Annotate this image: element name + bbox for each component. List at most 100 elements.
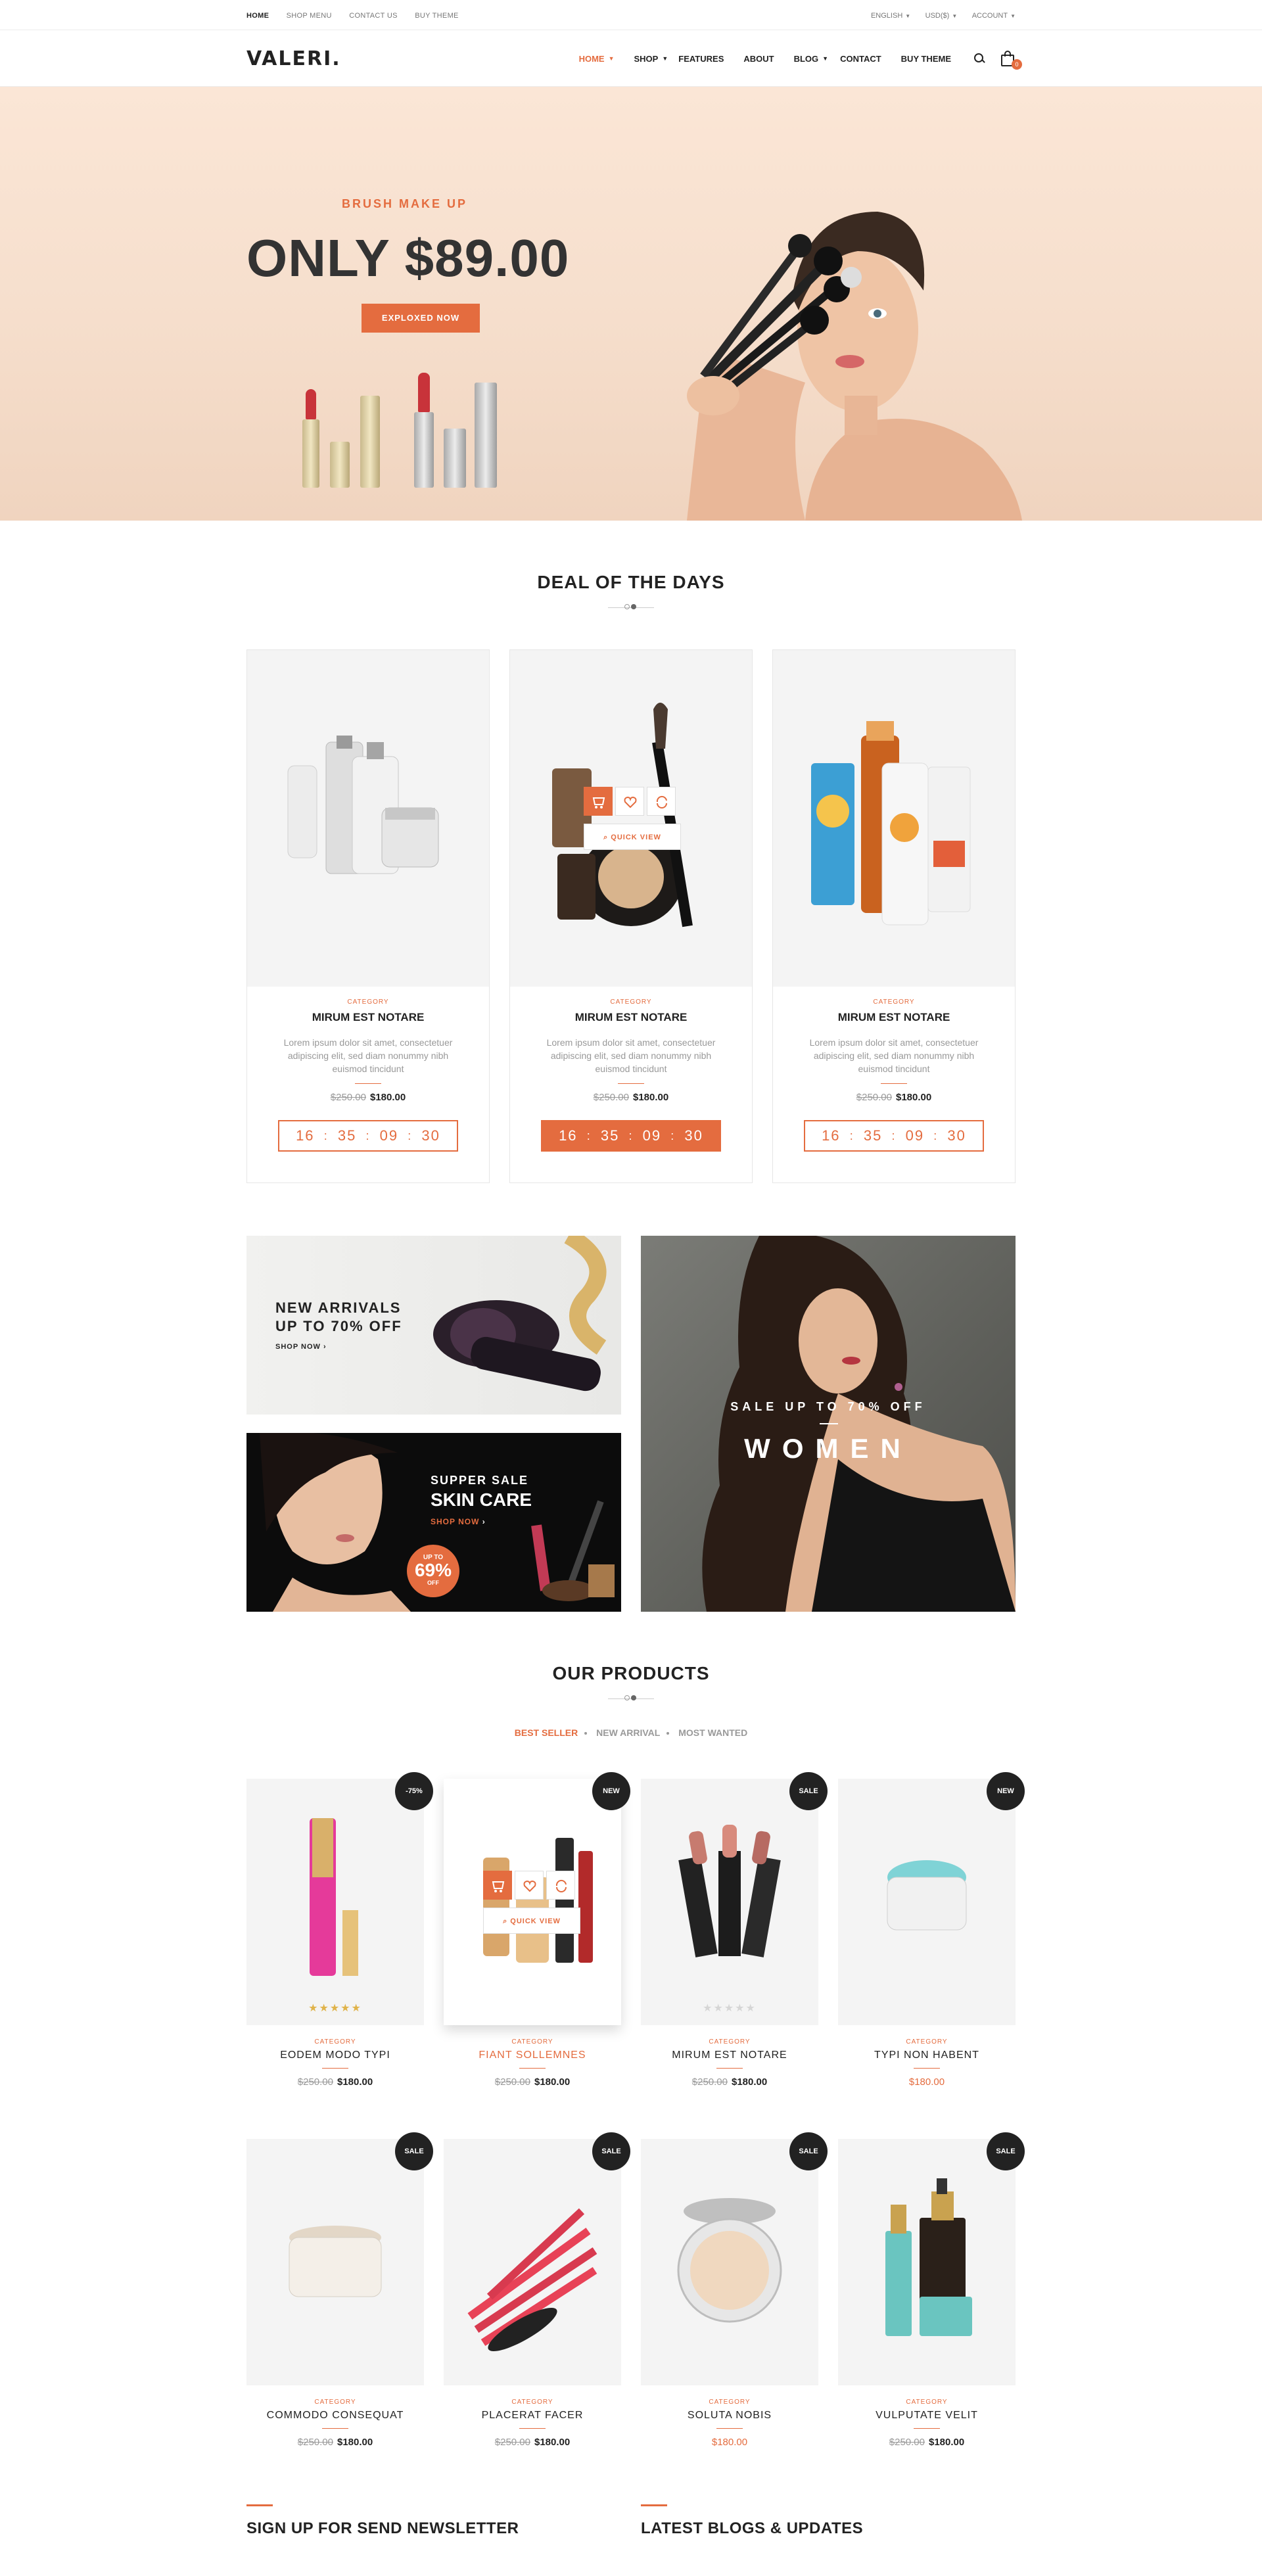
top-link-contact-us[interactable]: CONTACT US	[349, 12, 398, 20]
nav-label: BLOG	[793, 53, 819, 64]
newsletter-column: SIGN UP FOR SEND NEWSLETTER	[246, 2504, 621, 2538]
product-image[interactable]: ⌕ QUICK VIEW	[510, 650, 752, 987]
nav-label: HOME	[578, 53, 605, 64]
nav-about[interactable]: ABOUT	[743, 54, 774, 64]
deal-card[interactable]: ⌕ QUICK VIEW CATEGORY MIRUM EST NOTARE L…	[509, 649, 753, 1183]
product-name[interactable]: VULPUTATE VELIT	[838, 2410, 1016, 2422]
product-category[interactable]: CATEGORY	[838, 2399, 1016, 2406]
skin-care-banner[interactable]: SUPPER SALE SKIN CARE SHOP NOW › UP TO 69…	[246, 1433, 621, 1612]
quick-view-button[interactable]: ⌕ QUICK VIEW	[584, 824, 681, 850]
product-card[interactable]: SALE ★★★★★ CATEGORY MIRUM EST NOTARE $25…	[641, 1772, 828, 2139]
product-name[interactable]: MIRUM EST NOTARE	[641, 2049, 818, 2061]
hero-cta-button[interactable]: EXPLOXED NOW	[362, 304, 480, 333]
product-category[interactable]: CATEGORY	[444, 2038, 621, 2046]
countdown-timer: 16: 35: 09: 30	[804, 1120, 984, 1152]
tab-new-arrival[interactable]: NEW ARRIVAL	[596, 1727, 660, 1738]
product-image[interactable]: ★★★★★	[246, 1779, 424, 2025]
product-description: Lorem ipsum dolor sit amet, consectetuer…	[283, 1037, 453, 1074]
add-to-cart-button[interactable]	[483, 1871, 512, 1900]
product-card[interactable]: SALE CATEGORY SOLUTA NOBIS $180.00	[641, 2132, 828, 2499]
wishlist-button[interactable]	[515, 1871, 544, 1900]
product-image[interactable]	[247, 650, 489, 987]
cart-icon[interactable]: 0	[1000, 50, 1022, 70]
tab-most-wanted[interactable]: MOST WANTED	[678, 1727, 747, 1738]
price: $180.00	[337, 2076, 373, 2088]
section-title: OUR PRODUCTS	[552, 1663, 710, 1683]
skincare-set-illustration	[287, 736, 439, 874]
deal-card[interactable]: CATEGORY MIRUM EST NOTARE Lorem ipsum do…	[772, 649, 1016, 1183]
new-badge: NEW	[592, 1772, 630, 1810]
brush-set-illustration	[467, 2208, 597, 2352]
nav-shop[interactable]: SHOP ▼	[634, 54, 668, 64]
quick-view-button[interactable]: ⌕ QUICK VIEW	[483, 1908, 580, 1934]
product-name[interactable]: MIRUM EST NOTARE	[510, 1011, 752, 1024]
product-description: Lorem ipsum dolor sit amet, consectetuer…	[546, 1037, 716, 1074]
product-card[interactable]: SALE CATEGORY PLACERAT FACER $250.00 $180…	[444, 2132, 630, 2499]
timer-seconds: 30	[421, 1127, 440, 1144]
product-card[interactable]: -75% ★★★★★ CATEGORY EODEM MODO TYPI $250…	[246, 1772, 433, 2139]
top-link-buy-theme[interactable]: BUY THEME	[415, 12, 458, 20]
new-arrivals-banner[interactable]: NEW ARRIVALS UP TO 70% OFF SHOP NOW ›	[246, 1236, 621, 1415]
product-category[interactable]: CATEGORY	[641, 2399, 818, 2406]
nav-contact[interactable]: CONTACT	[840, 54, 881, 64]
product-name[interactable]: MIRUM EST NOTARE	[773, 1011, 1015, 1024]
women-sale-banner[interactable]: SALE UP TO 70% OFF WOMEN	[641, 1236, 1016, 1612]
product-card[interactable]: NEW ⌕ QUICK VIEW CATEGORY FIANT SOLLEMNE…	[444, 1772, 630, 2139]
compare-button[interactable]	[647, 787, 676, 816]
language-dropdown[interactable]: ENGLISH ▼	[871, 12, 910, 20]
product-name[interactable]: COMMODO CONSEQUAT	[246, 2410, 424, 2422]
product-name[interactable]: PLACERAT FACER	[444, 2410, 621, 2422]
site-logo[interactable]: VALERI.	[246, 47, 341, 70]
currency-dropdown[interactable]: USD($) ▼	[925, 12, 958, 20]
shop-now-link[interactable]: SHOP NOW ›	[275, 1343, 327, 1351]
product-category[interactable]: CATEGORY	[247, 998, 489, 1006]
product-name[interactable]: TYPI NON HABENT	[838, 2049, 1016, 2061]
product-name[interactable]: MIRUM EST NOTARE	[247, 1011, 489, 1024]
sunscreen-set-illustration	[811, 721, 971, 925]
product-image[interactable]: ⌕ QUICK VIEW	[444, 1779, 621, 2025]
compare-button[interactable]	[546, 1871, 575, 1900]
nav-home[interactable]: HOME ▼	[579, 54, 615, 64]
product-image[interactable]: ★★★★★	[641, 1779, 818, 2025]
sale-badge: SALE	[987, 2132, 1025, 2170]
model-with-brushes-image	[687, 212, 1022, 521]
product-name[interactable]: EODEM MODO TYPI	[246, 2049, 424, 2061]
product-category[interactable]: CATEGORY	[773, 998, 1015, 1006]
product-image[interactable]	[246, 2139, 424, 2385]
main-nav: HOME ▼ SHOP ▼ FEATURES ABOUT BLOG ▼ CONTACT…	[559, 50, 1022, 70]
banner-title: SUPPER SALE	[431, 1474, 529, 1487]
price: $180.00	[908, 2076, 945, 2088]
top-link-home[interactable]: HOME	[246, 12, 269, 20]
nav-blog[interactable]: BLOG ▼	[794, 54, 828, 64]
product-category[interactable]: CATEGORY	[510, 998, 752, 1006]
top-link-shop-menu[interactable]: SHOP MENU	[287, 12, 332, 20]
product-category[interactable]: CATEGORY	[246, 2399, 424, 2406]
product-name[interactable]: FIANT SOLLEMNES	[444, 2049, 621, 2061]
timer-minutes: 09	[642, 1127, 662, 1144]
nav-buy-theme[interactable]: BUY THEME	[901, 54, 951, 64]
product-category[interactable]: CATEGORY	[444, 2399, 621, 2406]
product-card[interactable]: SALE CATEGORY VULPUTATE VELIT $250.00 $1…	[838, 2132, 1025, 2499]
account-dropdown[interactable]: ACCOUNT ▼	[972, 12, 1016, 20]
product-card[interactable]: SALE CATEGORY COMMODO CONSEQUAT $250.00 $…	[246, 2132, 433, 2499]
blogs-column: LATEST BLOGS & UPDATES	[641, 2504, 1016, 2538]
search-icon[interactable]	[973, 53, 985, 64]
nav-features[interactable]: FEATURES	[678, 54, 724, 64]
product-image[interactable]	[838, 2139, 1016, 2385]
top-right-controls: ENGLISH ▼ USD($) ▼ ACCOUNT ▼	[859, 9, 1016, 21]
deal-card[interactable]: CATEGORY MIRUM EST NOTARE Lorem ipsum do…	[246, 649, 490, 1183]
product-image[interactable]	[444, 2139, 621, 2385]
wishlist-button[interactable]	[615, 787, 644, 816]
product-category[interactable]: CATEGORY	[641, 2038, 818, 2046]
product-image[interactable]	[641, 2139, 818, 2385]
heart-icon	[523, 1880, 536, 1892]
product-card[interactable]: NEW CATEGORY TYPI NON HABENT $180.00	[838, 1772, 1025, 2139]
tab-best-seller[interactable]: BEST SELLER	[515, 1727, 578, 1738]
product-name[interactable]: SOLUTA NOBIS	[641, 2410, 818, 2422]
product-category[interactable]: CATEGORY	[838, 2038, 1016, 2046]
product-image[interactable]	[838, 1779, 1016, 2025]
product-category[interactable]: CATEGORY	[246, 2038, 424, 2046]
product-image[interactable]	[773, 650, 1015, 987]
add-to-cart-button[interactable]	[584, 787, 613, 816]
shop-now-link[interactable]: SHOP NOW ›	[431, 1517, 486, 1526]
